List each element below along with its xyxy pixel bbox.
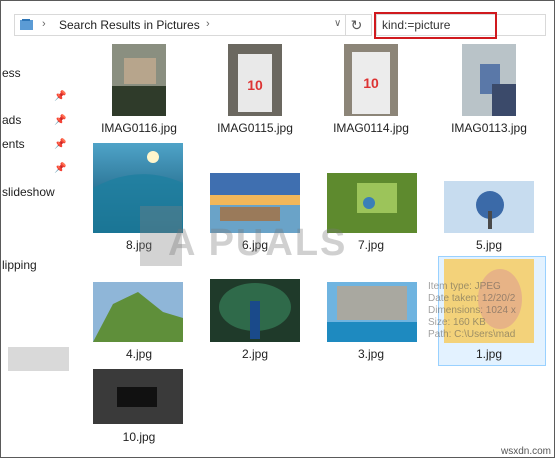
chevron-down-icon[interactable]: ∨ — [334, 18, 341, 29]
svg-text:10: 10 — [363, 75, 379, 91]
breadcrumb-separator[interactable]: › — [206, 18, 210, 30]
nav-item[interactable]: ads — [2, 113, 21, 127]
nav-item[interactable]: ess — [2, 66, 21, 80]
watermark: A PUALS — [168, 222, 348, 264]
refresh-icon: ↻ — [350, 17, 363, 33]
nav-item-selected[interactable] — [8, 347, 69, 371]
credit-text: wsxdn.com — [500, 446, 551, 457]
pin-icon[interactable]: 📌 — [54, 91, 66, 102]
tooltip-line: Item type: JPEG — [428, 281, 501, 292]
tooltip-line: Dimensions: 1024 x — [428, 305, 516, 316]
file-name[interactable]: IMAG0113.jpg — [448, 121, 530, 135]
image-thumbnail[interactable] — [93, 282, 183, 342]
nav-item[interactable]: slideshow — [2, 185, 55, 199]
file-name[interactable]: IMAG0114.jpg — [330, 121, 412, 135]
breadcrumb[interactable]: Search Results in Pictures — [59, 18, 200, 32]
file-name[interactable]: IMAG0116.jpg — [98, 121, 180, 135]
file-name[interactable]: 3.jpg — [330, 347, 412, 361]
image-thumbnail[interactable]: 10 — [344, 44, 398, 116]
file-name[interactable]: 10.jpg — [98, 430, 180, 444]
folder-icon — [20, 19, 33, 30]
navigation-pane: ess 📌 ads 📌 ents 📌 📌 slideshow lipping — [0, 42, 72, 452]
refresh-button[interactable]: ↻ — [345, 14, 367, 36]
image-thumbnail[interactable] — [93, 369, 183, 424]
nav-item[interactable]: lipping — [2, 258, 37, 272]
pin-icon[interactable]: 📌 — [54, 115, 66, 126]
image-thumbnail[interactable]: 10 — [228, 44, 282, 116]
image-thumbnail[interactable] — [210, 279, 300, 342]
pin-icon[interactable]: 📌 — [54, 163, 66, 174]
svg-text:10: 10 — [247, 77, 263, 93]
breadcrumb-separator[interactable]: › — [42, 18, 46, 30]
file-name[interactable]: 4.jpg — [98, 347, 180, 361]
tooltip-line: Date taken: 12/20/2 — [428, 293, 516, 304]
tooltip-line: Path: C:\Users\mad — [428, 329, 516, 340]
file-name[interactable]: IMAG0115.jpg — [214, 121, 296, 135]
image-thumbnail[interactable] — [444, 181, 534, 233]
file-name[interactable]: 5.jpg — [448, 238, 530, 252]
tooltip-line: Size: 160 KB — [428, 317, 486, 328]
pin-icon[interactable]: 📌 — [54, 139, 66, 150]
search-highlight-annotation — [374, 12, 497, 39]
image-thumbnail[interactable] — [462, 44, 516, 116]
file-name[interactable]: 2.jpg — [214, 347, 296, 361]
image-thumbnail[interactable] — [327, 282, 417, 342]
file-tooltip: Item type: JPEG Date taken: 12/20/2 Dime… — [428, 281, 543, 359]
address-bar[interactable]: › Search Results in Pictures › ∨ — [14, 14, 372, 36]
image-thumbnail[interactable] — [112, 44, 166, 116]
nav-item[interactable]: ents — [2, 137, 25, 151]
